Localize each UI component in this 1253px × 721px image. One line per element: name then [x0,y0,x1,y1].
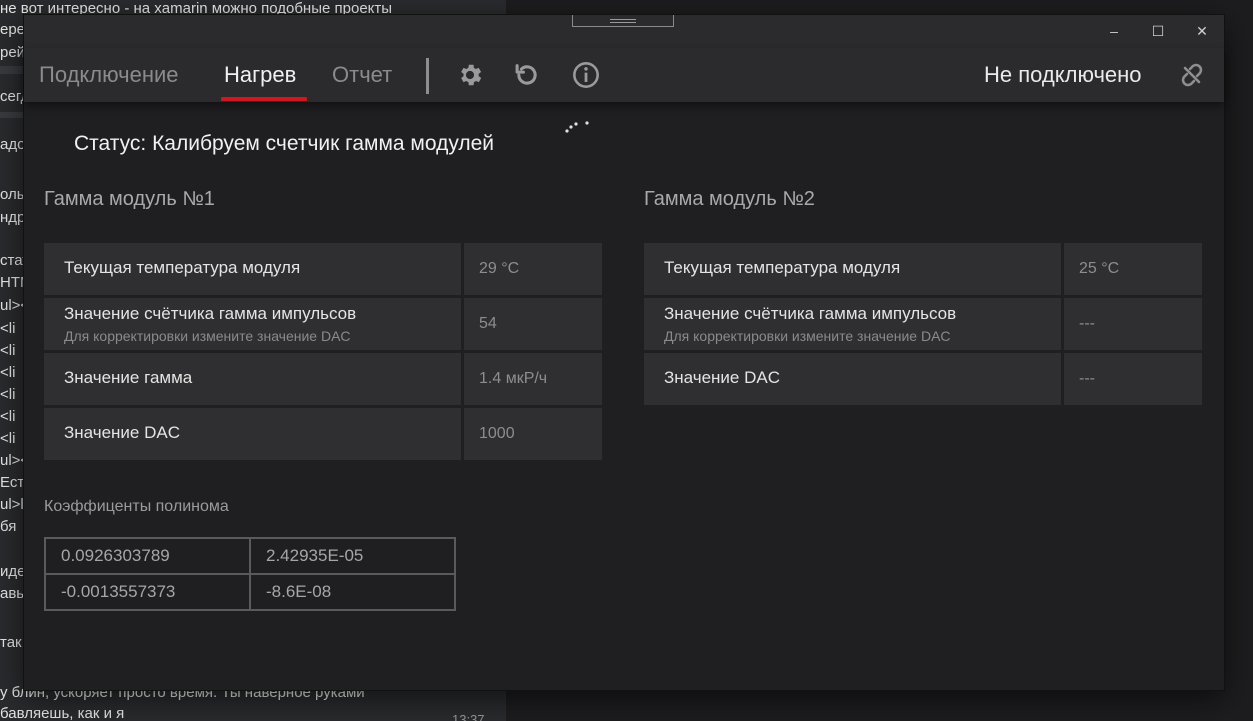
property-value: 54 [464,298,602,350]
gear-icon[interactable] [456,61,484,89]
property-name: Текущая температура модуля [64,258,301,277]
dac-value-input[interactable]: 1000 [464,408,602,460]
property-name: Текущая температура модуля [664,258,901,277]
status-line: Статус: Калибруем счетчик гамма модулей [74,132,494,156]
tab-connection[interactable]: Подключение [39,61,179,89]
maximize-button[interactable]: ☐ [1136,15,1180,48]
tab-report[interactable]: Отчет [332,61,392,89]
drag-handle[interactable] [572,15,674,27]
tab-heating[interactable]: Нагрев [224,61,296,89]
property-value: 25 °C [1064,243,1202,295]
chat-line: <li [0,430,16,447]
polynomial-table: 0.0926303789 2.42935E-05 -0.0013557373 -… [44,537,456,611]
module-1-table: Текущая температура модуля 29 °C Значени… [44,243,604,463]
chat-line: <li [0,320,16,337]
table-row: Значение счётчика гамма импульсов Для ко… [44,298,604,350]
status-prefix: Статус: [74,132,147,155]
dac-value-input[interactable]: --- [1064,353,1202,405]
info-icon[interactable] [572,61,600,89]
chat-line: так [0,634,22,651]
chat-time: 13:37 [452,712,485,721]
status-text: Калибруем счетчик гамма модулей [152,132,495,155]
chat-line: авь [0,585,25,602]
polynomial-title: Коэффиценты полинома [44,498,229,515]
table-row: Значение гамма 1.4 мкР/ч [44,353,604,405]
coefficient-cell: 2.42935E-05 [249,537,456,575]
chat-line: <li [0,408,16,425]
chat-line: Ест [0,474,25,491]
chat-line: бавляешь, как и я [0,705,125,721]
minimize-button[interactable]: – [1092,15,1136,48]
chat-line: <li [0,386,16,403]
property-value: --- [1064,298,1202,350]
table-row: Значение DAC 1000 [44,408,604,460]
table-row: Значение счётчика гамма импульсов Для ко… [644,298,1204,350]
chat-line: адо [0,136,26,153]
table-row: -0.0013557373 -8.6E-08 [44,573,456,611]
table-row: Текущая температура модуля 25 °C [644,243,1204,295]
module-2-title: Гамма модуль №2 [644,188,815,210]
nav-bar: Подключение Нагрев Отчет Не подключено [24,48,1224,102]
module-2-table: Текущая температура модуля 25 °C Значени… [644,243,1204,408]
coefficient-cell: 0.0926303789 [44,537,251,575]
refresh-icon[interactable] [513,61,541,89]
property-name: Значение счётчика гамма импульсов [64,304,357,323]
table-row: 0.0926303789 2.42935E-05 [44,537,456,575]
property-hint: Для корректировки измените значение DAC [664,328,951,344]
coefficient-cell: -8.6E-08 [249,573,456,611]
table-row: Текущая температура модуля 29 °C [44,243,604,295]
module-1-title: Гамма модуль №1 [44,188,215,210]
chat-line: рей [0,44,26,61]
app-window: – ☐ ✕ Подключение Нагрев Отчет Не подклю… [24,15,1224,690]
property-hint: Для корректировки измените значение DAC [64,328,351,344]
connection-status: Не подключено [984,62,1142,87]
chat-line: <li [0,364,16,381]
chat-line: ндр [0,209,26,226]
title-bar[interactable]: – ☐ ✕ [24,15,1224,48]
active-tab-indicator [221,97,307,101]
property-name: Значение DAC [664,368,781,387]
chat-line: ере [0,21,26,38]
property-name: Значение DAC [64,423,181,442]
table-row: Значение DAC --- [644,353,1204,405]
broken-link-icon[interactable] [1177,60,1207,90]
loading-spinner-icon [564,118,594,138]
property-name: Значение гамма [64,368,193,387]
chat-line: иде [0,563,26,580]
chat-line: <li [0,342,16,359]
close-button[interactable]: ✕ [1180,15,1224,48]
coefficient-cell: -0.0013557373 [44,573,251,611]
property-value: 1.4 мкР/ч [464,353,602,405]
nav-divider [426,58,429,94]
property-name: Значение счётчика гамма импульсов [664,304,957,323]
chat-line: бя [0,518,17,535]
property-value: 29 °C [464,243,602,295]
